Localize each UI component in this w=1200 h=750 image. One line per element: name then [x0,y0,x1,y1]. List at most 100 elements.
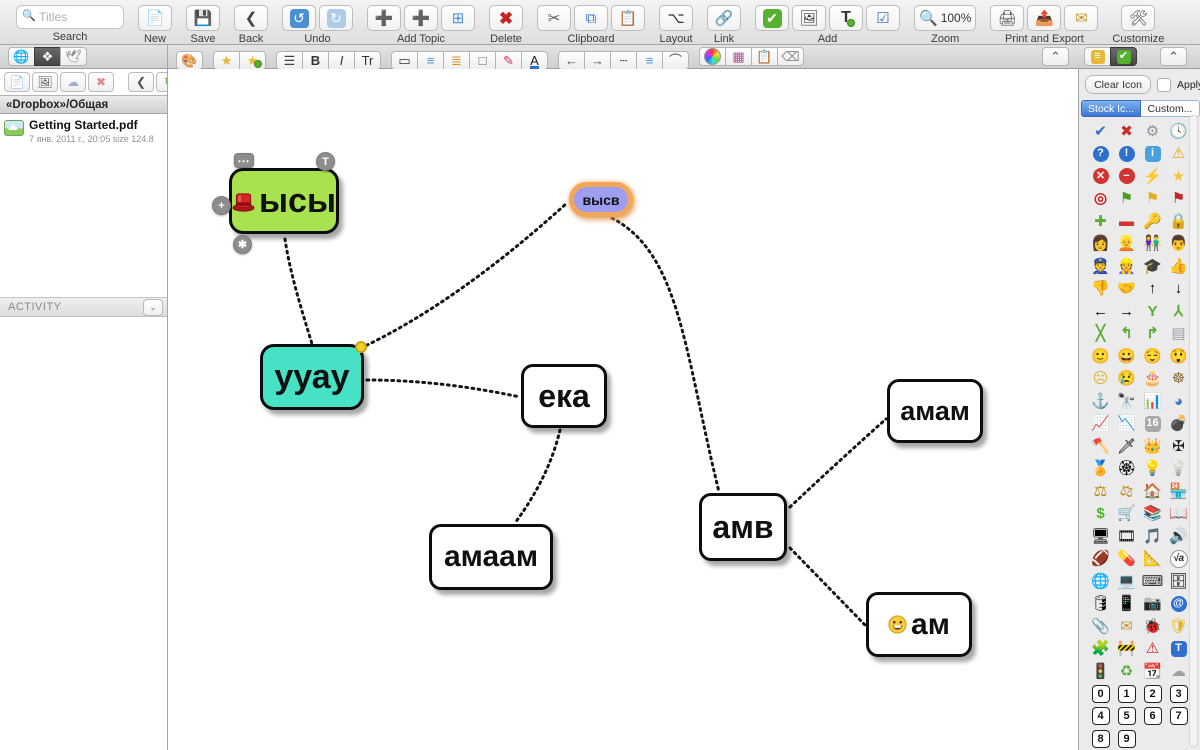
stock-icon-cell[interactable]: ◎ [1088,188,1114,211]
shape-button[interactable]: ▭ [391,51,418,70]
add-subtopic-button[interactable]: ➕ [404,5,438,31]
cloud-button[interactable]: ☁ [60,72,86,92]
text-handle[interactable]: T [316,152,335,171]
new-button[interactable]: 📄 [138,5,172,31]
font-color-button[interactable]: A [521,51,548,70]
stock-icon-cell[interactable]: 🖥 [1088,525,1114,548]
delete-file-button[interactable]: ✖ [88,72,114,92]
stock-icon-cell[interactable]: 🐞 [1140,615,1166,638]
stock-icon-cell[interactable]: ✚ [1088,210,1114,233]
stock-icon-cell[interactable]: 🎵 [1140,525,1166,548]
stock-icon-cell[interactable]: $ [1088,503,1114,526]
stock-icon-cell[interactable]: ! [1114,143,1140,166]
stock-icon-cell[interactable]: T [1166,638,1192,661]
copy-button[interactable]: ⧉ [574,5,608,31]
bird-sync-button[interactable]: 🕊 [60,47,87,66]
stock-icon-cell[interactable]: 😲 [1166,345,1192,368]
stock-icon-cell[interactable]: − [1114,165,1140,188]
stock-icon-cell[interactable]: 🏅 [1088,458,1114,481]
add-task-button[interactable]: ✔ [755,5,789,31]
stock-icon-cell[interactable]: 🗡 [1114,435,1140,458]
stock-icon-cell[interactable]: 🛡 [1166,615,1192,638]
curve-button[interactable]: ⌒ [662,51,689,70]
favorite-add-button[interactable]: ★ [239,51,266,70]
stock-icon-cell[interactable]: 🏈 [1088,548,1114,571]
stock-icon-cell[interactable]: 👷 [1114,255,1140,278]
stock-icon-cell[interactable]: ⚖ [1114,480,1140,503]
node-am[interactable]: ам [866,592,972,657]
undo-button[interactable]: ↺ [282,5,316,31]
stock-icon-cell[interactable]: 🤝 [1114,278,1140,301]
align-button[interactable]: ☰ [276,51,303,70]
stock-icon-cell[interactable]: ⅄ [1166,300,1192,323]
zoom-button[interactable]: 🔍100% [914,5,976,31]
stock-icon-cell[interactable]: ▬ [1114,210,1140,233]
link-button[interactable]: 🔗 [707,5,741,31]
stock-icon-cell[interactable]: 🛒 [1114,503,1140,526]
stock-icon-cell[interactable]: ✔ [1088,120,1114,143]
stock-icon-cell[interactable]: 💊 [1114,548,1140,571]
stock-icon-cell[interactable]: 7 [1166,705,1192,728]
italic-button[interactable]: I [328,51,355,70]
stock-icon-cell[interactable]: ✉ [1114,615,1140,638]
stock-icon-cell[interactable]: 📷 [1140,593,1166,616]
stock-icon-cell[interactable]: ↱ [1140,323,1166,346]
activity-dropdown-button[interactable]: ⌄ [143,299,163,316]
stock-icon-cell[interactable]: 🏠 [1140,480,1166,503]
stock-icon-cell[interactable]: ⚑ [1114,188,1140,211]
mindmap-canvas[interactable]: ысы⋯T+✱высвууауекаамаамамвамамам [168,69,1080,750]
stock-icon-cell[interactable]: ✕ [1088,165,1114,188]
sync-button[interactable]: ↻ [156,72,167,92]
text-style-button[interactable]: Tr [354,51,381,70]
redo-button[interactable]: ↻ [319,5,353,31]
tab-stock-icons[interactable]: Stock Ic... [1081,100,1141,117]
add-callout-button[interactable]: ☑ [866,5,900,31]
stock-icon-cell[interactable]: 😌 [1140,345,1166,368]
stock-icon-cell[interactable]: → [1114,300,1140,323]
eraser-button[interactable]: ⌫ [777,47,804,66]
stock-icon-cell[interactable]: ? [1088,143,1114,166]
palette-button[interactable]: 🎨 [176,51,203,70]
stock-icon-cell[interactable]: 📆 [1140,660,1166,683]
layout-button[interactable]: ⌥ [659,5,693,31]
color-wheel-button[interactable] [699,47,726,66]
stock-icon-cell[interactable]: 👎 [1088,278,1114,301]
stock-icon-cell[interactable]: 🗄 [1166,570,1192,593]
line-weight-button[interactable]: ≡ [636,51,663,70]
stock-icon-cell[interactable]: i [1140,143,1166,166]
stock-icon-cell[interactable]: ☸ [1166,368,1192,391]
send-mail-button[interactable]: ✉ [1064,5,1098,31]
print-button[interactable]: 🖨 [990,5,1024,31]
floating-node[interactable]: высв [569,182,633,217]
stock-icon-cell[interactable]: 🔭 [1114,390,1140,413]
stock-icon-cell[interactable]: 😢 [1114,368,1140,391]
stock-icon-cell[interactable]: 📉 [1114,413,1140,436]
stock-icon-cell[interactable]: ⌨ [1140,570,1166,593]
stock-icon-cell[interactable]: 5 [1114,705,1140,728]
stock-icon-cell[interactable]: 👍 [1166,255,1192,278]
notes-handle[interactable]: ⋯ [234,153,254,168]
stock-icon-cell[interactable]: 👮 [1088,255,1114,278]
stock-icon-cell[interactable]: 📚 [1140,503,1166,526]
arrow-right-button[interactable]: → [584,51,611,70]
panel-scrollbar[interactable] [1189,115,1198,747]
node-amam[interactable]: амам [887,379,983,443]
node-amv[interactable]: амв [699,493,787,561]
stock-icon-cell[interactable]: 📎 [1088,615,1114,638]
stock-icon-cell[interactable]: 📱 [1114,593,1140,616]
new-file-button[interactable]: 📄 [4,72,30,92]
dash-style-button[interactable]: ┄ [610,51,637,70]
stock-icon-cell[interactable]: 🚧 [1114,638,1140,661]
stock-icon-cell[interactable]: 🕓 [1166,120,1192,143]
add-topic-button[interactable]: ➕ [367,5,401,31]
selected-node[interactable]: ууау [260,344,364,410]
stock-icon-cell[interactable]: 💣 [1166,413,1192,436]
stripe-button[interactable]: ≣ [443,51,470,70]
stock-icon-cell[interactable]: Y [1140,300,1166,323]
pen-button[interactable]: ✎ [495,51,522,70]
style-handle[interactable]: ✱ [233,235,252,254]
stock-icon-cell[interactable]: 9 [1114,728,1140,750]
stock-icon-cell[interactable]: 🧩 [1088,638,1114,661]
stock-icon-cell[interactable]: 2 [1140,683,1166,706]
add-boundary-button[interactable]: ⊞ [441,5,475,31]
